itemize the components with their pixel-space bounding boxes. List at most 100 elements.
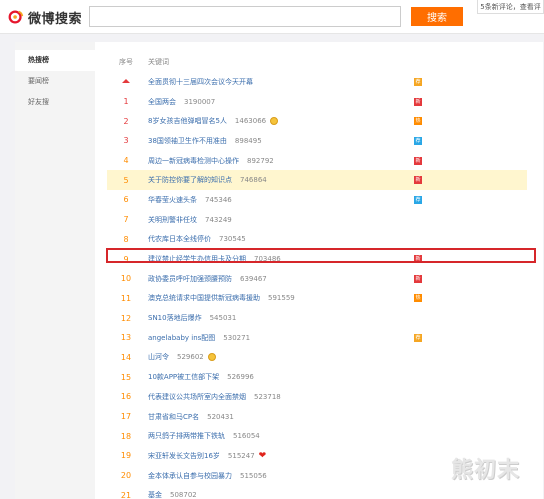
rank-number: 1 (123, 97, 129, 107)
keyword-link[interactable]: 10款APP被工信部下架 (145, 372, 219, 382)
search-count: 520431 (207, 412, 234, 421)
table-row[interactable]: 6 华春莹火速头条 745346 荐 (107, 190, 527, 210)
search-count: 746864 (240, 176, 267, 185)
table-row[interactable]: 13 angelababy ins配图 530271 荐 (107, 328, 527, 348)
column-rank-header: 序号 (119, 58, 133, 66)
keyword-link[interactable]: 基金 (145, 490, 162, 499)
keyword-link[interactable]: 政协委员呼吁加强颈腰预防 (145, 274, 232, 284)
watermark: 熊初末 (451, 457, 521, 483)
sidebar-item-friends[interactable]: 好友搜 (15, 92, 95, 113)
new-badge-icon: 新 (414, 255, 422, 264)
table-row[interactable]: 14 山河令 529602 (107, 348, 527, 368)
sidebar-item-hot-search[interactable]: 热搜榜 (15, 50, 95, 71)
new-badge-icon: 新 (414, 176, 422, 185)
search-input[interactable] (89, 6, 401, 27)
rank-number: 7 (123, 215, 129, 225)
keyword-link[interactable]: 关于防控你要了解的知识点 (145, 175, 232, 185)
search-count: 529602 (177, 353, 204, 362)
rank-number: 2 (123, 116, 129, 126)
rank-number: 15 (120, 372, 132, 382)
table-row[interactable]: 11 澳克总统请求中国提供新冠病毒援助 591559 热 (107, 289, 527, 309)
search-count: 3190007 (184, 97, 216, 106)
table-row[interactable]: 全面贯彻十三届四次会议今天开幕 荐 (107, 72, 527, 92)
rank-number: 20 (120, 471, 132, 481)
table-row[interactable]: 17 甘肃省和马CP名 520431 (107, 407, 527, 427)
table-row[interactable]: 10 政协委员呼吁加强颈腰预防 639467 新 (107, 269, 527, 289)
search-count: 1463066 (234, 117, 267, 126)
keyword-link[interactable]: 代农库日本全线停价 (145, 234, 211, 244)
search-count: 508702 (170, 491, 197, 499)
search-count: 745346 (205, 195, 232, 204)
rank-number: 5 (123, 175, 129, 185)
keyword-link[interactable]: 8岁女孩吉他弹唱冒名5人 (145, 116, 227, 126)
rank-number: 8 (123, 234, 129, 244)
keyword-link[interactable]: angelababy ins配图 (145, 333, 215, 343)
smiley-icon (270, 117, 279, 126)
keyword-link[interactable]: 建议禁止经学生办信用卡及分期 (145, 254, 246, 264)
rank-number: 16 (120, 392, 132, 402)
table-row[interactable]: 1 全国两会 3190007 新 (107, 92, 527, 112)
table-row[interactable]: 7 关明刑警非任坟 743249 (107, 210, 527, 230)
rank-number: 11 (120, 293, 132, 303)
table-row[interactable]: 4 周边一新冠病毒检测中心操作 892792 新 (107, 151, 527, 171)
keyword-link[interactable]: 代表建议公共场所室内全面禁烟 (145, 392, 246, 402)
keyword-link[interactable]: 38国领袖卫生作不用准由 (145, 136, 227, 146)
hot-search-table: 序号 关键词 全面贯彻十三届四次会议今天开幕荐 1 全国两会 3190007 新 2 8岁女… (107, 52, 527, 499)
table-row[interactable]: 8 代农库日本全线停价 730545 (107, 230, 527, 250)
new-badge-icon: 新 (414, 156, 422, 165)
search-count: 545031 (209, 314, 237, 323)
keyword-link[interactable]: 宋亚轩发长文告别16岁 (145, 451, 220, 461)
table-row[interactable]: 21 基金 508702 (107, 485, 527, 499)
rank-number: 9 (123, 254, 129, 264)
rank-number: 17 (120, 412, 132, 422)
hot-search-panel: 热搜榜 要闻榜 好友搜 序号 关键词 全面贯彻十三届四次会议今天开幕荐 1 全国两会… (15, 42, 543, 499)
rec-badge-icon: 荐 (414, 195, 422, 204)
keyword-link[interactable]: 周边一新冠病毒检测中心操作 (145, 156, 239, 166)
sidebar-item-news[interactable]: 要闻榜 (15, 71, 95, 92)
rank-number: 21 (120, 490, 132, 499)
search-count: 515247 (227, 451, 255, 460)
keyword-link[interactable]: 山河令 (145, 352, 169, 362)
hot-badge-icon: 热 (414, 294, 422, 303)
search-count: 526996 (227, 373, 254, 382)
search-count: 516054 (233, 432, 260, 441)
keyword-link[interactable]: 甘肃省和马CP名 (145, 412, 199, 422)
rank-number: 10 (120, 274, 132, 284)
smiley-icon (207, 353, 216, 362)
rank-number: 19 (120, 451, 132, 461)
table-row[interactable]: 5 关于防控你要了解的知识点 746864 新 (107, 170, 527, 191)
keyword-link[interactable]: SN10落地后爆炸 (145, 313, 202, 323)
keyword-link[interactable]: 两只鸽子排两带推下铁轨 (145, 431, 225, 441)
keyword-link[interactable]: 澳克总统请求中国提供新冠病毒援助 (145, 293, 260, 303)
weibo-logo-icon (8, 10, 24, 24)
weibo-search-logo[interactable]: 微博搜索 (7, 7, 82, 27)
rank-number: 18 (120, 431, 132, 441)
table-row[interactable]: 12 SN10落地后爆炸 545031 (107, 308, 527, 328)
keyword-link[interactable]: 关明刑警非任坟 (145, 215, 197, 225)
table-row[interactable]: 15 10款APP被工信部下架 526996 (107, 367, 527, 387)
search-button[interactable]: 搜索 (411, 7, 463, 26)
table-row[interactable]: 3 38国领袖卫生作不用准由 898495 荐 (107, 131, 527, 151)
hot-badge-icon: 热 (414, 117, 422, 126)
search-count: 639467 (240, 274, 267, 283)
keyword-link[interactable]: 金本体承认自参与校园暴力 (145, 471, 232, 481)
search-count: 892792 (247, 156, 274, 165)
rank-number: 3 (123, 136, 129, 146)
search-count: 743249 (205, 215, 232, 224)
rank-number: 14 (120, 352, 132, 362)
rank-number: 4 (123, 156, 129, 166)
table-row[interactable]: 2 8岁女孩吉他弹唱冒名5人 1463066 热 (107, 111, 527, 131)
pinned-icon (107, 77, 145, 86)
table-row[interactable]: 9 建议禁止经学生办信用卡及分期 703486 新 (107, 249, 527, 269)
keyword-link[interactable]: 全面贯彻十三届四次会议今天开幕 (145, 77, 253, 87)
logo-text: 微博搜索 (28, 11, 83, 27)
rank-number: 13 (120, 333, 132, 343)
keyword-link[interactable]: 华春莹火速头条 (145, 195, 197, 205)
table-row[interactable]: 18 两只鸽子排两带推下铁轨 516054 (107, 426, 527, 446)
new-comments-notice[interactable]: 5条新评论，查看评 (477, 0, 544, 14)
keyword-link[interactable]: 全国两会 (145, 97, 176, 107)
top-bar: 微博搜索 搜索 5条新评论，查看评 (0, 0, 544, 34)
column-keyword-header: 关键词 (148, 58, 169, 66)
table-row[interactable]: 16 代表建议公共场所室内全面禁烟 523718 (107, 387, 527, 407)
heart-icon: ❤ (258, 450, 267, 461)
